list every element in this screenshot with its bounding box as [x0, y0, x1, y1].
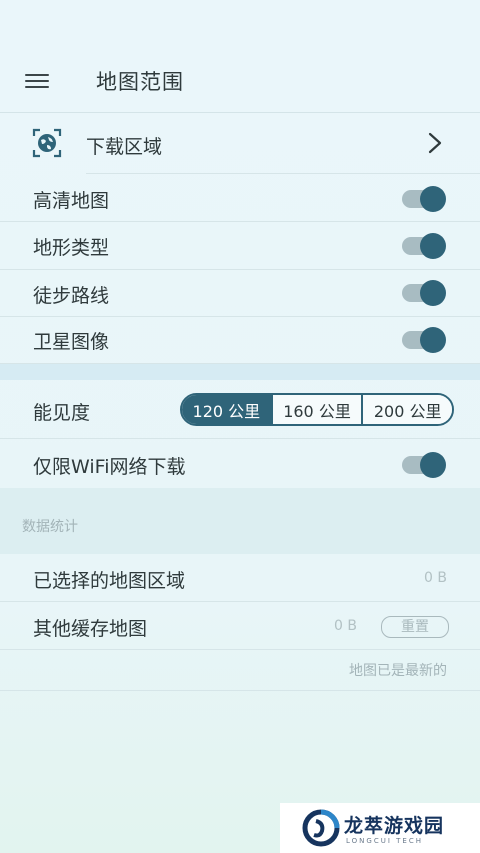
selected-regions-label: 已选择的地图区域	[33, 570, 186, 592]
hiking-routes-toggle[interactable]	[402, 280, 446, 306]
visibility-segmented-control: 120 公里 160 公里 200 公里	[180, 393, 454, 426]
hiking-routes-label: 徒步路线	[33, 285, 110, 307]
selected-regions-size: 0 B	[424, 570, 447, 586]
stats-section-header: 数据统计	[0, 488, 480, 554]
toggle-knob	[420, 327, 446, 353]
wifi-only-row: 仅限WiFi网络下载	[0, 439, 480, 488]
app-header: 地图范围	[0, 0, 480, 113]
selected-regions-row[interactable]: 已选择的地图区域 0 B	[0, 554, 480, 602]
toggle-knob	[420, 280, 446, 306]
chevron-right-icon	[428, 132, 442, 154]
other-cache-label: 其他缓存地图	[33, 618, 148, 640]
satellite-label: 卫星图像	[33, 331, 110, 353]
toggle-knob	[420, 186, 446, 212]
toggle-knob	[420, 452, 446, 478]
hamburger-menu-icon[interactable]	[25, 74, 49, 90]
toggle-knob	[420, 233, 446, 259]
visibility-option-160[interactable]: 160 公里	[272, 395, 364, 424]
visibility-option-200[interactable]: 200 公里	[363, 395, 452, 424]
watermark-sub: LONGCUI TECH	[346, 837, 423, 845]
layer-row-hd-map: 高清地图	[0, 174, 480, 222]
wifi-only-toggle[interactable]	[402, 452, 446, 478]
download-region-row[interactable]: 下载区域	[0, 112, 480, 174]
page-title: 地图范围	[96, 70, 184, 94]
watermark-brand: 龙萃游戏园	[344, 815, 445, 837]
download-region-label: 下载区域	[86, 136, 163, 158]
wifi-only-label: 仅限WiFi网络下载	[33, 456, 186, 478]
section-separator	[0, 364, 480, 380]
satellite-toggle[interactable]	[402, 327, 446, 353]
other-cache-size: 0 B	[334, 618, 357, 634]
layer-row-hiking: 徒步路线	[0, 270, 480, 317]
brand-logo-icon	[302, 809, 340, 847]
terrain-label: 地形类型	[33, 237, 110, 259]
hd-map-label: 高清地图	[33, 190, 110, 212]
reset-cache-button[interactable]: 重置	[381, 616, 449, 638]
visibility-label: 能见度	[33, 402, 91, 424]
layer-row-terrain: 地形类型	[0, 222, 480, 270]
visibility-option-120[interactable]: 120 公里	[182, 395, 273, 424]
watermark-logo: 龙萃游戏园 LONGCUI TECH	[280, 803, 480, 853]
terrain-toggle[interactable]	[402, 233, 446, 259]
layer-row-satellite: 卫星图像	[0, 317, 480, 364]
hd-map-toggle[interactable]	[402, 186, 446, 212]
stats-title: 数据统计	[22, 519, 78, 535]
globe-scan-icon	[32, 128, 62, 158]
map-status-text: 地图已是最新的	[349, 663, 447, 679]
